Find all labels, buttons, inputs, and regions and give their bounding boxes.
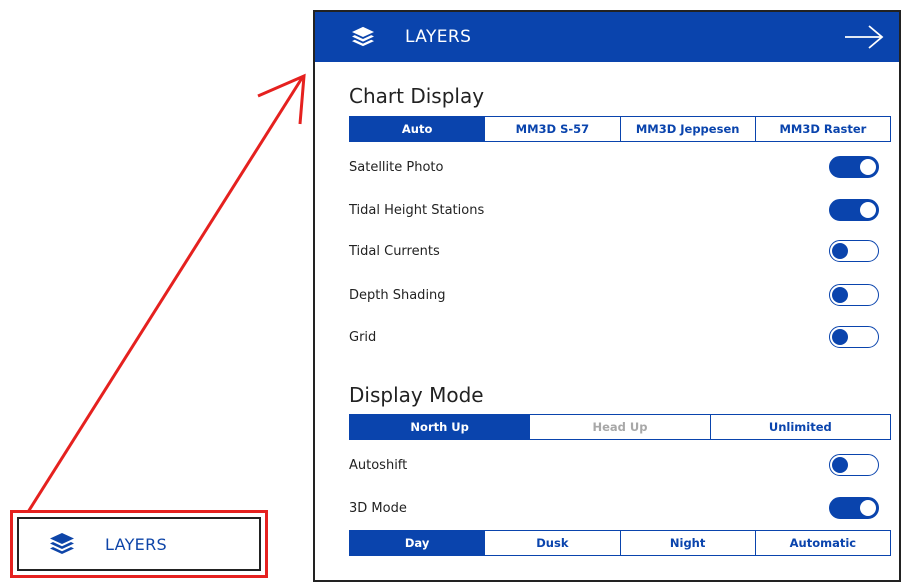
layers-icon bbox=[50, 533, 74, 554]
display-mode-option-unlimited[interactable]: Unlimited bbox=[709, 415, 890, 439]
toggle-label: 3D Mode bbox=[349, 500, 407, 516]
toggle-row-tidal-currents: Tidal Currents bbox=[349, 238, 879, 264]
depth-shading-toggle[interactable] bbox=[829, 284, 879, 306]
toggle-row-depth-shading: Depth Shading bbox=[349, 282, 879, 308]
tidal-height-stations-toggle[interactable] bbox=[829, 199, 879, 221]
chart-display-selector: Auto MM3D S-57 MM3D Jeppesen MM3D Raster bbox=[349, 116, 891, 142]
color-mode-option-dusk[interactable]: Dusk bbox=[484, 531, 619, 555]
toggle-label: Autoshift bbox=[349, 457, 408, 473]
arrow-right-icon[interactable] bbox=[843, 24, 885, 50]
color-mode-option-night[interactable]: Night bbox=[619, 531, 755, 555]
autoshift-toggle[interactable] bbox=[829, 454, 879, 476]
layers-button-highlight: LAYERS bbox=[10, 510, 268, 578]
chart-display-option-jeppesen[interactable]: MM3D Jeppesen bbox=[619, 117, 755, 141]
display-mode-option-head-up: Head Up bbox=[529, 415, 709, 439]
toggle-row-autoshift: Autoshift bbox=[349, 452, 879, 478]
layers-panel: LAYERS Chart Display Auto MM3D S-57 MM3D… bbox=[313, 10, 901, 582]
display-mode-selector: North Up Head Up Unlimited bbox=[349, 414, 891, 440]
layers-button[interactable]: LAYERS bbox=[17, 517, 261, 571]
toggle-label: Grid bbox=[349, 329, 377, 345]
toggle-label: Tidal Height Stations bbox=[349, 202, 485, 218]
satellite-photo-toggle[interactable] bbox=[829, 156, 879, 178]
color-mode-selector: Day Dusk Night Automatic bbox=[349, 530, 891, 556]
toggle-row-grid: Grid bbox=[349, 324, 879, 350]
chart-display-option-auto[interactable]: Auto bbox=[350, 117, 485, 141]
chart-display-option-raster[interactable]: MM3D Raster bbox=[754, 117, 890, 141]
toggle-row-3d-mode: 3D Mode bbox=[349, 495, 879, 521]
tidal-currents-toggle[interactable] bbox=[829, 240, 879, 262]
display-mode-title: Display Mode bbox=[349, 383, 484, 407]
color-mode-option-automatic[interactable]: Automatic bbox=[754, 531, 890, 555]
chart-display-title: Chart Display bbox=[349, 84, 485, 108]
toggle-row-tidal-height-stations: Tidal Height Stations bbox=[349, 197, 879, 223]
toggle-label: Satellite Photo bbox=[349, 159, 444, 175]
display-mode-option-north-up[interactable]: North Up bbox=[350, 415, 530, 439]
color-mode-option-day[interactable]: Day bbox=[350, 531, 485, 555]
panel-title: LAYERS bbox=[405, 27, 472, 47]
toggle-label: Tidal Currents bbox=[349, 243, 440, 259]
layers-button-label: LAYERS bbox=[105, 534, 167, 554]
panel-header: LAYERS bbox=[315, 12, 899, 62]
grid-toggle[interactable] bbox=[829, 326, 879, 348]
layers-icon bbox=[352, 26, 374, 47]
toggle-row-satellite-photo: Satellite Photo bbox=[349, 154, 879, 180]
3d-mode-toggle[interactable] bbox=[829, 497, 879, 519]
chart-display-option-s57[interactable]: MM3D S-57 bbox=[484, 117, 619, 141]
toggle-label: Depth Shading bbox=[349, 287, 446, 303]
